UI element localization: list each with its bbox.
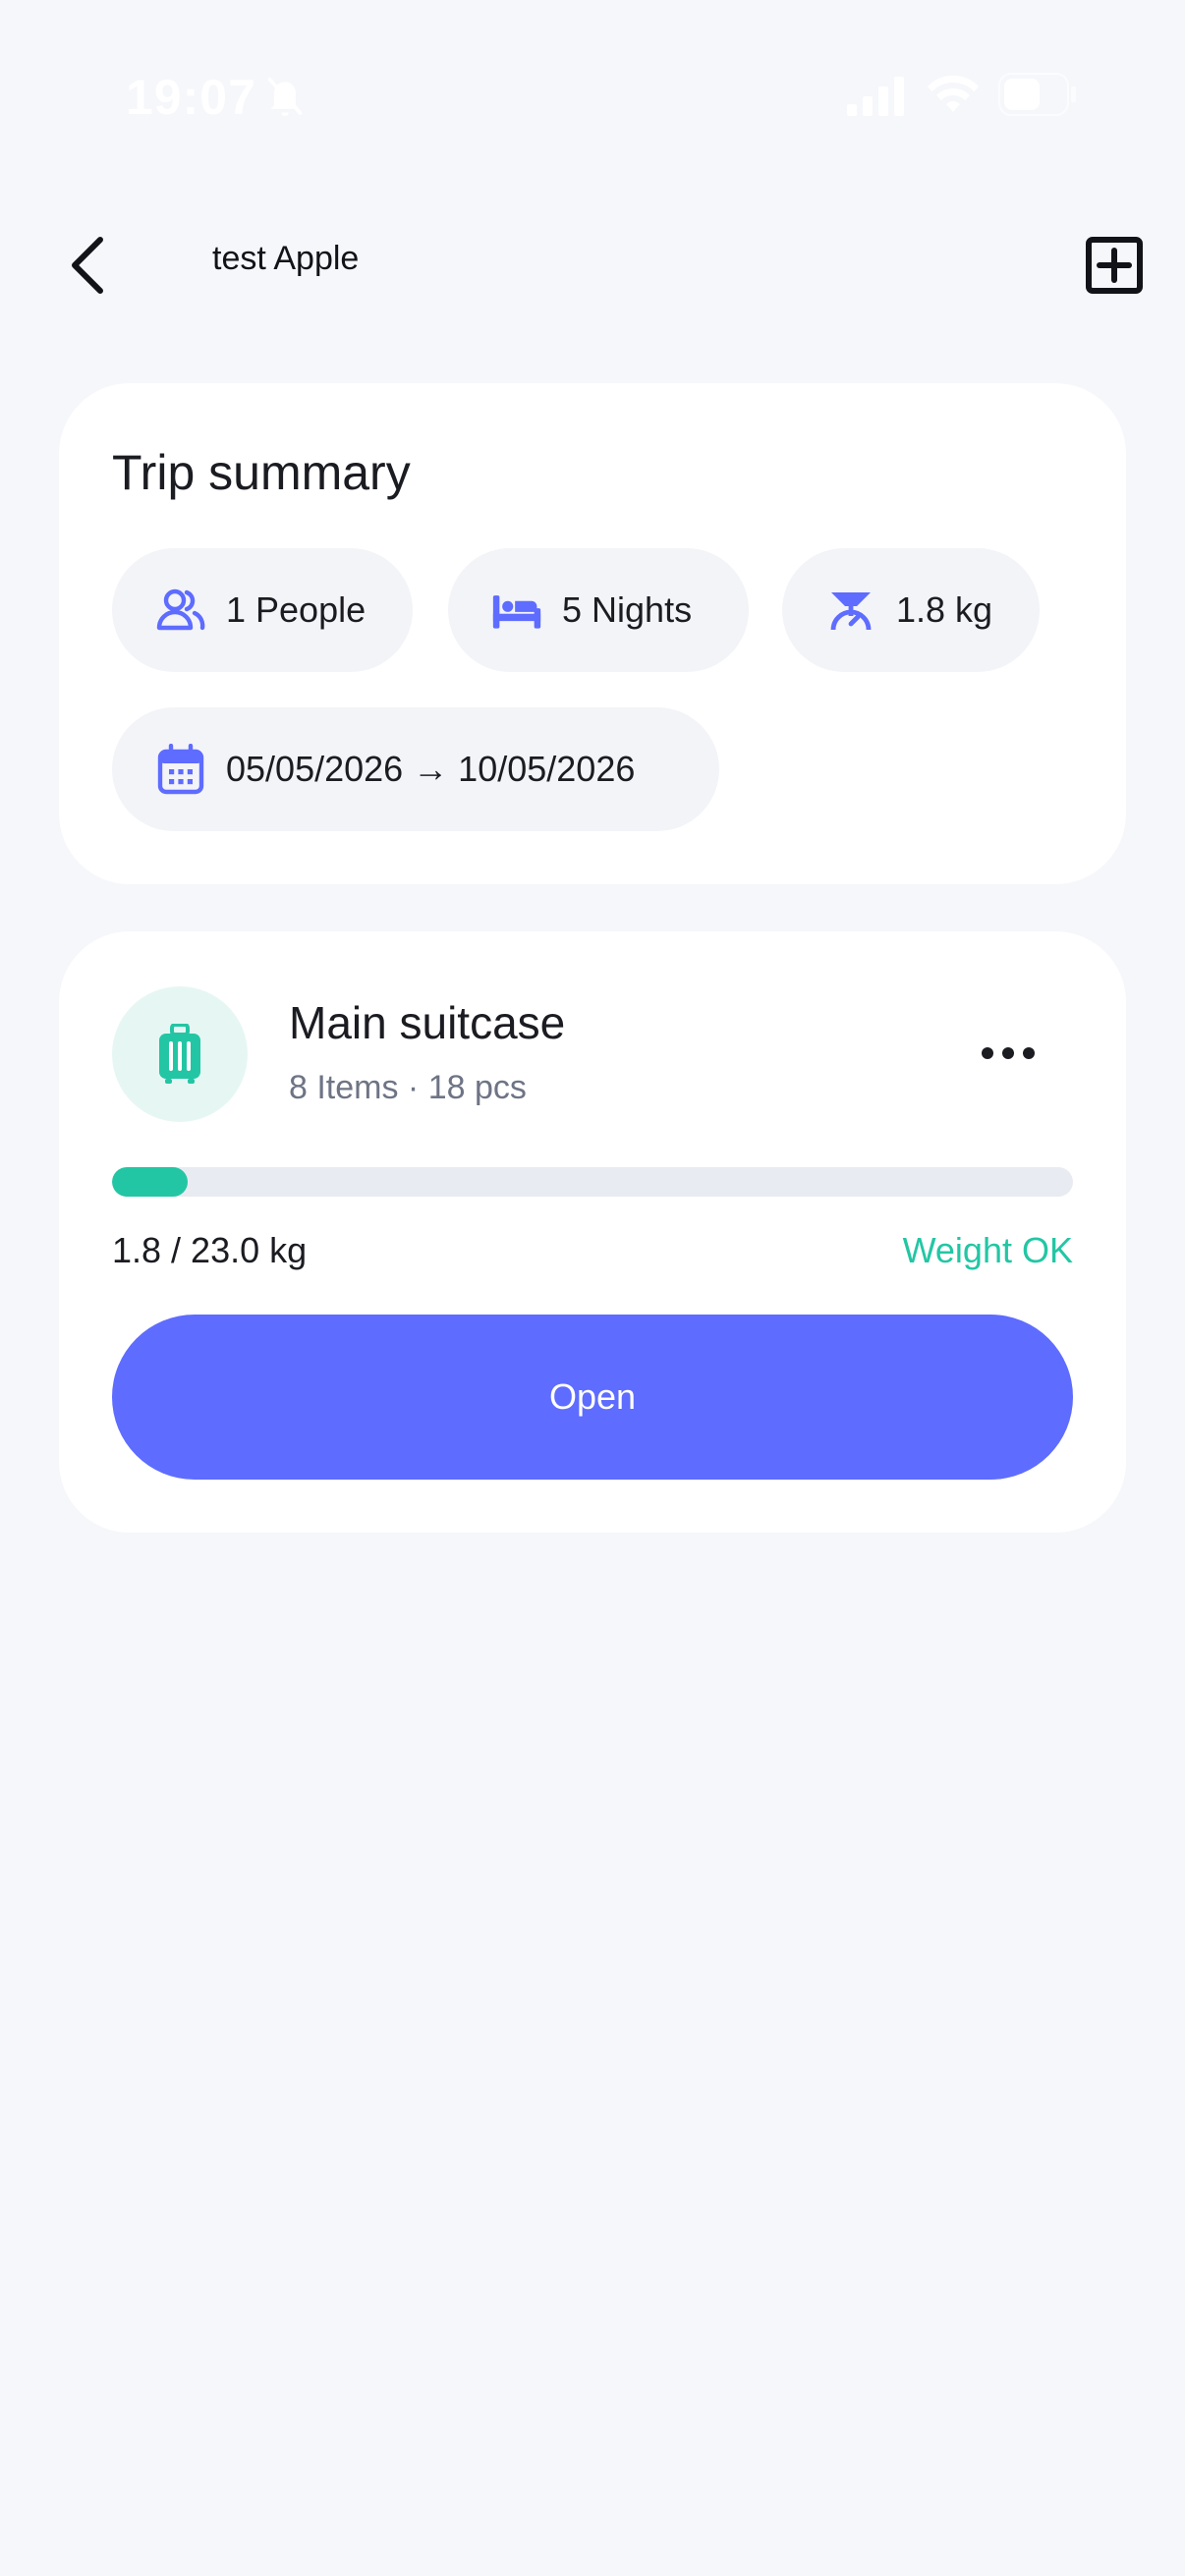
chip-nights-label: 5 Nights — [562, 589, 693, 630]
suitcase-name: Main suitcase — [289, 997, 566, 1048]
suitcase-avatar — [112, 986, 248, 1122]
plus-square-icon — [1086, 237, 1143, 294]
chip-weight-label: 1.8 kg — [896, 589, 993, 630]
chip-people: 1 People — [112, 548, 413, 672]
chip-weight: 1.8 kg — [782, 548, 1040, 672]
trip-screen: 19:07 test Apple Trip summary 1 People 5… — [0, 0, 1185, 2576]
trip-summary-title: Trip summary — [112, 445, 411, 500]
battery-icon — [998, 73, 1076, 116]
people-icon — [156, 588, 205, 631]
status-time: 19:07 — [126, 70, 256, 125]
chip-people-label: 1 People — [226, 589, 367, 630]
add-button[interactable] — [1081, 232, 1148, 299]
scale-icon — [830, 592, 872, 631]
header: test Apple — [0, 216, 1185, 314]
suitcase-meta: 8 Items · 18 pcs — [289, 1069, 527, 1106]
chip-dates: 05/05/2026 → 10/05/2026 — [112, 707, 719, 831]
trip-summary-card: Trip summary 1 People 5 Nights 1.8 kg 05… — [59, 383, 1126, 884]
chevron-left-icon — [72, 237, 103, 294]
weight-progress-bar — [112, 1167, 1073, 1197]
bed-icon — [492, 595, 541, 629]
page-title: test Apple — [212, 240, 360, 277]
status-bar: 19:07 — [0, 0, 1185, 177]
weight-readout: 1.8 / 23.0 kg — [112, 1230, 308, 1270]
bell-slash-icon — [267, 77, 303, 117]
open-button[interactable]: Open — [112, 1315, 1073, 1480]
suitcase-card[interactable]: Main suitcase 8 Items · 18 pcs 1.8 / 23.… — [59, 931, 1126, 1533]
weight-status: Weight OK — [902, 1230, 1073, 1270]
chip-dates-label: 05/05/2026 → 10/05/2026 — [226, 749, 636, 789]
more-horizontal-icon — [982, 1047, 1035, 1059]
weight-progress-fill — [112, 1167, 188, 1197]
back-button[interactable] — [53, 230, 124, 301]
wifi-icon — [928, 75, 979, 112]
more-options-button[interactable] — [961, 1018, 1055, 1089]
cellular-signal-icon — [847, 77, 904, 116]
chip-nights: 5 Nights — [448, 548, 749, 672]
suitcase-icon — [159, 1024, 200, 1084]
calendar-icon — [157, 744, 204, 795]
